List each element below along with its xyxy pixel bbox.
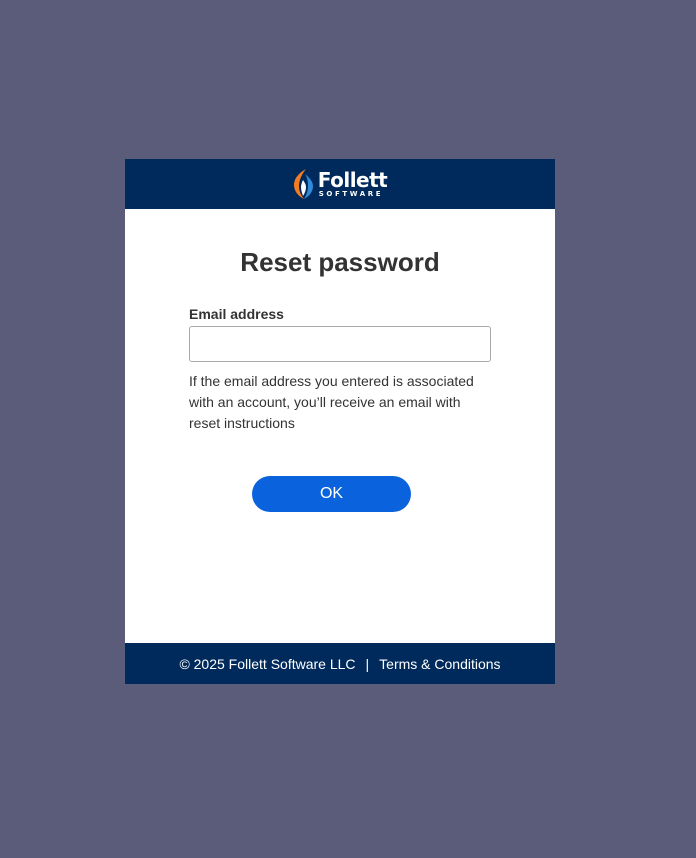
logo-name: Follett <box>317 168 388 192</box>
help-text: If the email address you entered is asso… <box>189 373 474 431</box>
email-field[interactable] <box>189 326 491 362</box>
reset-password-card: Follett SOFTWARE Reset password Email ad… <box>125 159 555 684</box>
card-footer: © 2025 Follett Software LLC | Terms & Co… <box>125 643 555 684</box>
footer-separator: | <box>365 655 370 672</box>
ok-button[interactable]: OK <box>252 476 411 512</box>
card-body: Reset password Email address If the emai… <box>125 209 555 643</box>
follett-logo: Follett SOFTWARE <box>293 168 388 200</box>
copyright-text: © 2025 Follett Software LLC <box>179 655 356 672</box>
terms-link[interactable]: Terms & Conditions <box>379 656 500 672</box>
card-header: Follett SOFTWARE <box>125 159 555 209</box>
email-label: Email address <box>189 306 284 322</box>
logo-subtitle: SOFTWARE <box>318 190 384 198</box>
follett-logo-icon <box>293 169 313 199</box>
logo-wordmark: Follett SOFTWARE <box>318 170 388 198</box>
page-title: Reset password <box>240 247 440 277</box>
